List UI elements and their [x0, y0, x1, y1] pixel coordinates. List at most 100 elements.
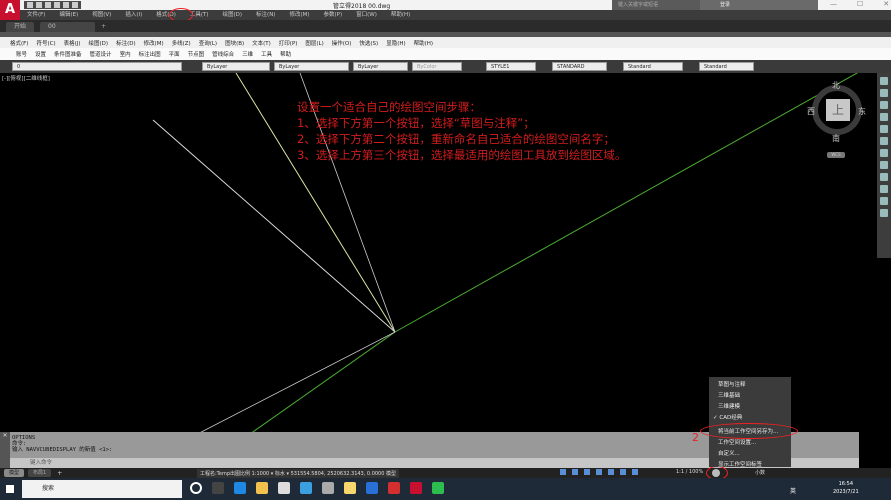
toolbar-menu-item[interactable]: 显隐(H): [382, 39, 409, 47]
menu-item[interactable]: 自定义...: [709, 449, 791, 460]
toolbar-menu-item[interactable]: 图块(B): [221, 39, 248, 47]
polar-icon[interactable]: [584, 469, 590, 475]
viewcube-top[interactable]: 上: [826, 99, 850, 121]
toolbar-menu-item[interactable]: 三维: [238, 50, 257, 58]
showmotion-icon[interactable]: [880, 125, 888, 133]
tool-icon[interactable]: [880, 173, 888, 181]
menu-dimension[interactable]: 标注(N): [249, 10, 282, 20]
color-dropdown[interactable]: ByLayer: [202, 62, 270, 71]
print-icon[interactable]: [63, 2, 69, 8]
minimize-button[interactable]: —: [830, 0, 837, 8]
sign-in[interactable]: 登录: [700, 0, 818, 10]
toolbar-menu-item[interactable]: 表格(J): [60, 39, 85, 47]
toolbar-menu-item[interactable]: 快选(S): [355, 39, 382, 47]
mleader-style-dropdown[interactable]: Standard: [699, 62, 754, 71]
toolbar-menu-item[interactable]: 操作(O): [328, 39, 356, 47]
menu-edit[interactable]: 编辑(E): [52, 10, 85, 20]
toolbar-menu-item[interactable]: 节点图: [184, 50, 209, 58]
menu-item[interactable]: 三维基础: [709, 391, 791, 402]
snap-icon[interactable]: [560, 469, 566, 475]
text-style-dropdown[interactable]: STYLE1: [486, 62, 536, 71]
tool-icon[interactable]: [880, 161, 888, 169]
viewport-label[interactable]: [-][俯视][二维线框]: [2, 74, 50, 82]
saveas-icon[interactable]: [54, 2, 60, 8]
linetype-dropdown[interactable]: ByLayer: [274, 62, 349, 71]
add-layout-button[interactable]: +: [57, 470, 62, 477]
quick-access-toolbar[interactable]: [24, 1, 81, 9]
toolbar-menu-item[interactable]: 标注(D): [112, 39, 140, 47]
new-tab-button[interactable]: +: [101, 23, 106, 30]
ime-indicator[interactable]: 英: [790, 486, 796, 495]
layer-dropdown[interactable]: 0: [12, 62, 182, 71]
menu-item[interactable]: 草图与注释: [709, 380, 791, 391]
tool-icon[interactable]: [880, 137, 888, 145]
toolbar-menu-item[interactable]: 帮助: [276, 50, 295, 58]
viewcube-west[interactable]: 西: [807, 106, 815, 117]
toolbar-menu-item[interactable]: 室内: [116, 50, 135, 58]
app-icon[interactable]: [366, 482, 378, 494]
toolbar-menu-item[interactable]: 工具: [257, 50, 276, 58]
toolbar-menu-item[interactable]: 设置: [31, 50, 50, 58]
wechat-icon[interactable]: [432, 482, 444, 494]
menu-modify[interactable]: 修改(M): [282, 10, 316, 20]
settings-icon[interactable]: [322, 482, 334, 494]
command-line-handle[interactable]: ✕: [0, 432, 10, 468]
viewcube-south[interactable]: 南: [832, 133, 840, 144]
menu-file[interactable]: 文件(F): [20, 10, 52, 20]
task-view-icon[interactable]: [212, 482, 224, 494]
menu-draw[interactable]: 绘图(D): [216, 10, 250, 20]
menu-help[interactable]: 帮助(H): [384, 10, 417, 20]
toolbar-menu-item[interactable]: 管道设计: [86, 50, 116, 58]
menu-view[interactable]: 视图(V): [85, 10, 118, 20]
toolbar-menu-item[interactable]: 条件图准备: [50, 50, 86, 58]
toolbar-menu-item[interactable]: 平面: [165, 50, 184, 58]
explorer-icon[interactable]: [256, 482, 268, 494]
toolbar-menu-item[interactable]: 账号: [12, 50, 31, 58]
app-logo[interactable]: A: [0, 0, 20, 20]
tool-icon[interactable]: [880, 149, 888, 157]
close-button[interactable]: ✕: [883, 0, 889, 8]
dim-style-dropdown[interactable]: STANDARD: [552, 62, 607, 71]
lineweight-dropdown[interactable]: ByLayer: [353, 62, 408, 71]
tab-00[interactable]: 00: [40, 22, 96, 32]
ortho-icon[interactable]: [572, 469, 578, 475]
viewcube-north[interactable]: 北: [832, 80, 840, 91]
zoom-icon[interactable]: [880, 89, 888, 97]
toolbar-menu-item[interactable]: 管线综合: [208, 50, 238, 58]
table-style-dropdown[interactable]: Standard: [623, 62, 683, 71]
tool-icon[interactable]: [880, 197, 888, 205]
search-input[interactable]: 键入关键字或短语: [612, 0, 700, 10]
model-space-toggle[interactable]: 模型: [386, 470, 396, 477]
pan-icon[interactable]: [880, 77, 888, 85]
autocad-icon[interactable]: [410, 482, 422, 494]
app-icon[interactable]: [344, 482, 356, 494]
save-icon[interactable]: [45, 2, 51, 8]
toolbar-menu-item[interactable]: 绘图(D): [85, 39, 113, 47]
toolbar-menu-item[interactable]: 查询(L): [195, 39, 221, 47]
toolbar-menu-item[interactable]: 修改(M): [140, 39, 168, 47]
menu-parametric[interactable]: 参数(P): [317, 10, 350, 20]
osnap-icon[interactable]: [596, 469, 602, 475]
wps-icon[interactable]: [388, 482, 400, 494]
toolbar-menu-item[interactable]: 帮助(H): [410, 39, 437, 47]
cortana-icon[interactable]: [190, 482, 202, 494]
clock[interactable]: 16:54 2023/7/21: [833, 480, 859, 496]
open-icon[interactable]: [36, 2, 42, 8]
viewcube-east[interactable]: 东: [858, 106, 866, 117]
toolbar-menu-item[interactable]: 格式(F): [6, 39, 32, 47]
annotation-scale[interactable]: 1:1 / 100%: [676, 469, 703, 475]
edge-icon[interactable]: [234, 482, 246, 494]
taskbar-search[interactable]: 搜索: [22, 480, 182, 498]
toolbar-menu-item[interactable]: 打印(P): [275, 39, 302, 47]
menu-insert[interactable]: 插入(I): [118, 10, 149, 20]
menu-window[interactable]: 窗口(W): [349, 10, 384, 20]
toolbar-menu-item[interactable]: 文本(T): [248, 39, 275, 47]
windows-start-icon[interactable]: [6, 485, 14, 493]
menu-item[interactable]: 工作空间设置...: [709, 438, 791, 449]
toolbar-menu-item[interactable]: 标注出图: [135, 50, 165, 58]
wcs-menu[interactable]: WCS: [827, 152, 845, 158]
toolbar-menu-item[interactable]: 符号(C): [32, 39, 59, 47]
transparency-icon[interactable]: [620, 469, 626, 475]
annotation-icon[interactable]: [632, 469, 638, 475]
mail-icon[interactable]: [300, 482, 312, 494]
